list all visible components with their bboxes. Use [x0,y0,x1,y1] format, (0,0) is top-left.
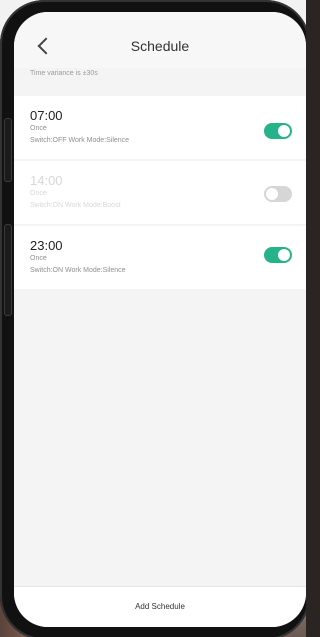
top-bar: Schedule [14,12,306,68]
toggle-knob [278,249,290,261]
page-title: Schedule [130,38,190,54]
schedule-item[interactable]: 07:00 Once Switch:OFF Work Mode:Silence [14,96,306,159]
volume-up-button [4,118,12,182]
schedule-item[interactable]: 14:00 Once Switch:ON Work Mode:Boost [14,161,306,224]
schedule-toggle[interactable] [264,247,292,263]
schedule-toggle[interactable] [264,123,292,139]
schedule-time: 07:00 [30,108,63,123]
photo-scene: Schedule Time variance is ±30s 07:00 Onc… [0,0,306,637]
phone-frame: Schedule Time variance is ±30s 07:00 Onc… [0,0,306,637]
schedule-repeat: Once [30,255,47,262]
schedule-toggle[interactable] [264,186,292,202]
add-schedule-button[interactable]: Add Schedule [14,586,306,627]
app-screen: Schedule Time variance is ±30s 07:00 Onc… [14,12,306,627]
schedule-details: Switch:OFF Work Mode:Silence [30,137,130,144]
schedule-details: Switch:ON Work Mode:Silence [30,267,126,274]
schedule-item[interactable]: 23:00 Once Switch:ON Work Mode:Silence [14,226,306,289]
schedule-repeat: Once [30,190,47,197]
volume-down-button [4,224,12,316]
time-variance-note: Time variance is ±30s [30,70,98,77]
toggle-knob [278,125,290,137]
schedule-details: Switch:ON Work Mode:Boost [30,202,121,209]
schedule-time: 23:00 [30,238,63,253]
toggle-knob [266,188,278,200]
schedule-time: 14:00 [30,173,63,188]
schedule-repeat: Once [30,125,47,132]
